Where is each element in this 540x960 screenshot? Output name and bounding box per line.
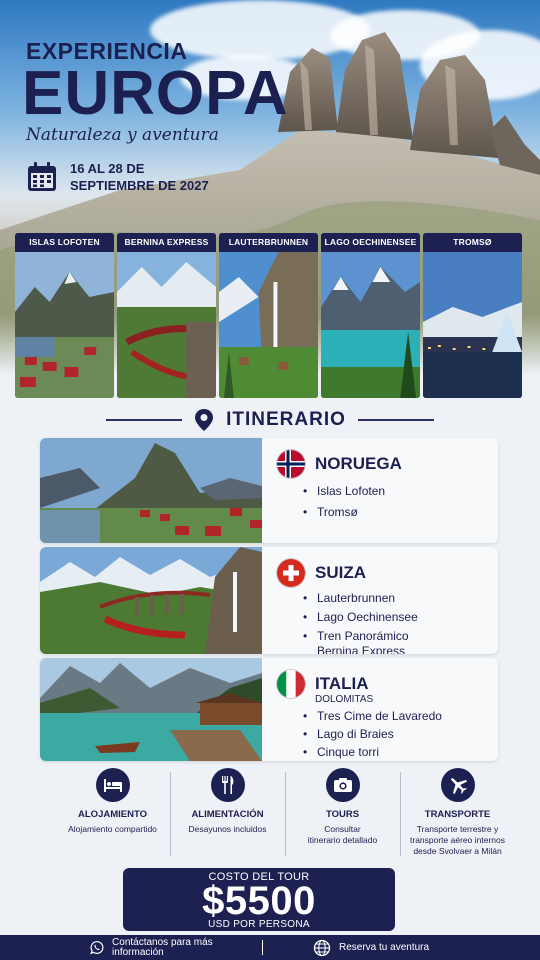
places-list: Lauterbrunnen Lago Oechinensee Tren Pano… [303, 591, 488, 654]
place-item: Cinque torri [303, 745, 488, 760]
tromso-photo [423, 252, 522, 398]
service-title: ALOJAMIENTO [78, 809, 147, 820]
places-list: Islas Lofoten Tromsø [303, 484, 488, 520]
place-item: Lago di Braies [303, 727, 488, 742]
place-item: Tren Panorámico Bernina Express [303, 629, 413, 654]
place-item: Lauterbrunnen [303, 591, 488, 606]
price-per-person: USD POR PERSONA [208, 919, 310, 930]
service-desc: Consultar itinerario detallado [307, 824, 378, 845]
reserve-text: Reserva tu aventura [339, 941, 430, 953]
switzerland-flag-icon [277, 559, 305, 587]
photo-card-oechinensee: LAGO OECHINENSEE [321, 233, 420, 398]
itinerary-row-norway: NORUEGA Islas Lofoten Tromsø [40, 438, 498, 543]
country-name: NORUEGA [315, 454, 402, 473]
title-europa: EUROPA [22, 59, 289, 128]
itinerary-header: ITINERARIO [0, 404, 540, 436]
service-tours: TOURS Consultar itinerario detallado [285, 768, 400, 868]
photo-card-tromso: TROMSØ [423, 233, 522, 398]
norway-photo [40, 438, 262, 543]
itinerary-row-italy: ITALIA DOLOMITAS Tres Cime de Lavaredo L… [40, 658, 498, 761]
footer-divider [262, 940, 263, 955]
divider-line [106, 419, 183, 421]
itinerary-row-switzerland: SUIZA Lauterbrunnen Lago Oechinensee Tre… [40, 547, 498, 654]
reserve-link[interactable]: Reserva tu aventura [313, 939, 429, 957]
photo-card-label: LAGO OECHINENSEE [321, 233, 420, 252]
service-transport: TRANSPORTE Transporte terrestre y transp… [400, 768, 515, 868]
photo-card-lofoten: ISLAS LOFOTEN [15, 233, 114, 398]
location-pin-icon [195, 409, 214, 431]
lofoten-photo [15, 252, 114, 398]
switzerland-photo [40, 547, 262, 654]
whatsapp-icon [90, 941, 104, 955]
norway-flag-icon [277, 450, 305, 478]
place-item: Lago Oechinensee [303, 610, 488, 625]
destination-photo-strip: ISLAS LOFOTEN BERNINA EXPRESS LAUTERBRUN… [15, 233, 522, 398]
lauterbrunnen-photo [219, 252, 318, 398]
oechinensee-photo [321, 252, 420, 398]
tour-dates: 16 AL 28 DE SEPTIEMBRE DE 2027 [70, 161, 209, 193]
service-food: ALIMENTACIÓN Desayunos incluidos [170, 768, 285, 868]
airplane-icon [450, 777, 467, 795]
country-name: ITALIA [315, 674, 369, 693]
service-title: ALIMENTACIÓN [191, 809, 264, 820]
photo-card-lauterbrunnen: LAUTERBRUNNEN [219, 233, 318, 398]
price-amount: $5500 [202, 879, 316, 923]
divider-line [357, 419, 434, 421]
photo-card-bernina: BERNINA EXPRESS [117, 233, 216, 398]
tour-price-box: COSTO DEL TOUR $5500 USD POR PERSONA [123, 868, 395, 931]
date-block: 16 AL 28 DE SEPTIEMBRE DE 2027 [26, 160, 210, 194]
service-accommodation: ALOJAMIENTO Alojamiento compartido [55, 768, 170, 868]
cutlery-icon [221, 776, 233, 794]
place-item: Tres Cime de Lavaredo [303, 709, 488, 724]
camera-icon [333, 778, 352, 792]
service-desc: Desayunos incluidos [188, 824, 267, 834]
itinerary-title: ITINERARIO [226, 409, 346, 430]
service-desc: Transporte terrestre y transporte aéreo … [410, 824, 505, 856]
service-title: TRANSPORTE [424, 809, 491, 820]
globe-icon [313, 939, 331, 956]
photo-card-label: BERNINA EXPRESS [117, 233, 216, 252]
region-subtitle: DOLOMITAS [315, 694, 374, 705]
places-list: Tres Cime de Lavaredo Lago di Braies Cin… [303, 709, 488, 760]
photo-card-label: LAUTERBRUNNEN [219, 233, 318, 252]
tagline: Naturaleza y aventura [26, 125, 219, 145]
footer-bar: Contáctanos para más información Reserva… [0, 935, 540, 960]
place-item: Islas Lofoten [303, 484, 488, 499]
included-services: ALOJAMIENTO Alojamiento compartido ALIME… [55, 768, 515, 868]
service-title: TOURS [325, 809, 360, 820]
contact-link[interactable]: Contáctanos para más información [90, 936, 240, 958]
country-name: SUIZA [315, 563, 366, 582]
bernina-photo [117, 252, 216, 398]
bed-icon [103, 779, 122, 792]
italy-flag-icon [277, 670, 305, 698]
italy-photo [40, 658, 262, 761]
service-desc: Alojamiento compartido [68, 824, 157, 834]
calendar-icon [28, 162, 56, 191]
place-item: Tromsø [303, 505, 488, 520]
photo-card-label: ISLAS LOFOTEN [15, 233, 114, 252]
photo-card-label: TROMSØ [423, 233, 522, 252]
contact-text: Contáctanos para más información [112, 936, 213, 958]
